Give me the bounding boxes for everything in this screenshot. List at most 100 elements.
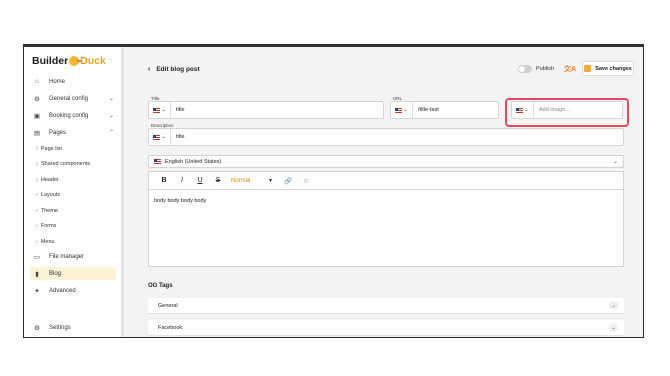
save-changes-label: Save changes bbox=[595, 65, 632, 72]
sidebar-item-pages[interactable]: ▤ Pages ⌃ bbox=[30, 126, 116, 139]
heading-select-value: Normal bbox=[231, 177, 251, 184]
sidebar-subitem-shared-components[interactable]: › Shared components bbox=[36, 158, 90, 169]
chevron-up-icon: ⌃ bbox=[108, 130, 114, 136]
logo-builder-text: Builder bbox=[32, 55, 69, 67]
gear-icon: ⚙ bbox=[34, 324, 40, 332]
us-flag-icon bbox=[395, 107, 403, 113]
strikethrough-button[interactable]: S bbox=[209, 177, 227, 184]
sidebar-subitem-forms[interactable]: › Forms bbox=[36, 220, 56, 231]
document-icon: ▮ bbox=[35, 270, 39, 278]
translate-icon[interactable]: 文A bbox=[564, 64, 576, 74]
url-field[interactable]: ⌄ /title-test bbox=[390, 101, 499, 119]
underline-button[interactable]: U bbox=[191, 177, 209, 184]
sidebar: Builder Duck ‹ ⌂ Home ⚙ General config ⌄… bbox=[24, 47, 122, 337]
italic-button[interactable]: I bbox=[173, 177, 191, 184]
heading-select[interactable]: Normal ▼ bbox=[231, 178, 273, 184]
us-flag-icon bbox=[154, 159, 161, 164]
collapse-sidebar-icon[interactable]: ‹ bbox=[110, 57, 112, 64]
logo-duck-text: Duck bbox=[80, 55, 106, 67]
sidebar-subitem-label: Theme bbox=[40, 207, 58, 214]
back-arrow-icon[interactable]: ‹ bbox=[148, 66, 150, 73]
us-flag-icon bbox=[153, 134, 161, 140]
gear-icon: ⚙ bbox=[34, 95, 40, 103]
sidebar-subitem-label: Page list bbox=[40, 145, 62, 152]
duck-logo-icon bbox=[69, 56, 82, 66]
chevron-down-icon: ⌄ bbox=[609, 301, 618, 310]
dropdown-arrow-icon: ▼ bbox=[268, 177, 273, 184]
sidebar-subitem-layouts[interactable]: › Layouts bbox=[36, 189, 60, 200]
chevron-down-icon: ⌄ bbox=[403, 107, 408, 113]
save-icon bbox=[584, 65, 592, 72]
language-flag-dropdown[interactable]: ⌄ bbox=[149, 102, 171, 118]
sidebar-subitem-header[interactable]: › Header bbox=[36, 174, 59, 185]
rich-text-editor[interactable]: body body body body bbox=[148, 189, 624, 267]
chevron-right-icon: › bbox=[36, 191, 38, 198]
sidebar-subitem-theme[interactable]: › Theme bbox=[36, 205, 58, 216]
chevron-right-icon: › bbox=[36, 176, 38, 183]
save-changes-button[interactable]: Save changes bbox=[582, 61, 634, 76]
sidebar-item-home[interactable]: ⌂ Home bbox=[30, 75, 116, 88]
publish-label: Publish bbox=[536, 66, 555, 72]
og-section-label: Facebook bbox=[158, 324, 183, 331]
language-flag-dropdown[interactable]: ⌄ bbox=[391, 102, 413, 118]
logo: Builder Duck bbox=[32, 55, 106, 67]
sidebar-subitem-label: Header bbox=[40, 176, 59, 183]
og-tags-heading: OG Tags bbox=[148, 283, 173, 289]
og-section-general[interactable]: General ⌄ bbox=[148, 298, 624, 314]
bold-button[interactable]: B bbox=[155, 177, 173, 184]
chevron-right-icon: › bbox=[36, 207, 38, 214]
calendar-icon: ▣ bbox=[33, 112, 41, 120]
description-field[interactable]: ⌄ title bbox=[148, 128, 624, 146]
language-select[interactable]: English (United States) ⌄ bbox=[148, 155, 624, 168]
sidebar-subitem-page-list[interactable]: › Page list bbox=[36, 143, 62, 154]
link-icon[interactable]: 🔗 bbox=[279, 177, 297, 185]
rocket-icon: ✦ bbox=[34, 287, 40, 295]
highlight-box bbox=[505, 98, 629, 127]
sidebar-item-label: General config bbox=[49, 95, 89, 102]
sidebar-subitem-label: Shared components bbox=[40, 160, 91, 167]
language-select-value: English (United States) bbox=[165, 158, 222, 165]
sidebar-item-file-manager[interactable]: ▭ File manager bbox=[30, 250, 116, 263]
publish-toggle[interactable] bbox=[518, 65, 532, 73]
url-input[interactable]: /title-test bbox=[413, 107, 439, 113]
page-title-text: Edit blog post bbox=[156, 66, 200, 73]
chevron-right-icon: › bbox=[36, 238, 38, 245]
title-input[interactable]: title bbox=[171, 107, 185, 113]
description-input[interactable]: title bbox=[171, 134, 185, 140]
chevron-right-icon: › bbox=[36, 222, 38, 229]
sidebar-subitem-menu[interactable]: › Menu bbox=[36, 236, 55, 247]
sidebar-item-label: Booking config bbox=[49, 112, 89, 119]
unlink-icon[interactable]: ⊘ bbox=[297, 177, 315, 185]
chevron-down-icon: ⌄ bbox=[108, 113, 114, 119]
sidebar-subitem-label: Menu bbox=[40, 238, 55, 245]
chevron-right-icon: › bbox=[36, 160, 38, 167]
editor-body-text: body body body body bbox=[154, 198, 207, 204]
language-flag-dropdown[interactable]: ⌄ bbox=[149, 129, 171, 145]
chevron-down-icon: ⌄ bbox=[161, 134, 166, 140]
sidebar-item-label: Pages bbox=[49, 129, 67, 136]
folder-icon: ▭ bbox=[33, 253, 41, 261]
chevron-down-icon: ⌄ bbox=[609, 323, 618, 332]
sidebar-subitem-label: Forms bbox=[40, 222, 57, 229]
chevron-right-icon: › bbox=[36, 145, 38, 152]
sidebar-item-booking-config[interactable]: ▣ Booking config ⌄ bbox=[30, 109, 116, 122]
sidebar-item-label: Settings bbox=[49, 324, 71, 331]
us-flag-icon bbox=[153, 107, 161, 113]
og-section-label: General bbox=[158, 302, 178, 309]
editor-toolbar: B I U S Normal ▼ 🔗 ⊘ bbox=[148, 171, 624, 189]
title-field[interactable]: ⌄ title bbox=[148, 101, 384, 119]
chevron-down-icon: ⌄ bbox=[108, 96, 114, 102]
main-content: ‹ Edit blog post Publish 文A Save changes… bbox=[124, 47, 643, 337]
home-icon: ⌂ bbox=[35, 78, 39, 85]
sidebar-subitem-label: Layouts bbox=[40, 191, 61, 198]
sidebar-item-label: Advanced bbox=[49, 287, 76, 294]
sidebar-item-settings[interactable]: ⚙ Settings bbox=[30, 321, 116, 334]
sidebar-item-general-config[interactable]: ⚙ General config ⌄ bbox=[30, 92, 116, 105]
app-window: Builder Duck ‹ ⌂ Home ⚙ General config ⌄… bbox=[23, 44, 644, 338]
sidebar-item-label: Home bbox=[49, 78, 66, 85]
og-section-facebook[interactable]: Facebook ⌄ bbox=[148, 320, 624, 336]
sidebar-item-label: Blog bbox=[49, 270, 62, 277]
sidebar-item-blog[interactable]: ▮ Blog bbox=[30, 267, 116, 280]
sidebar-item-advanced[interactable]: ✦ Advanced bbox=[30, 284, 116, 297]
chevron-down-icon: ⌄ bbox=[612, 159, 618, 165]
